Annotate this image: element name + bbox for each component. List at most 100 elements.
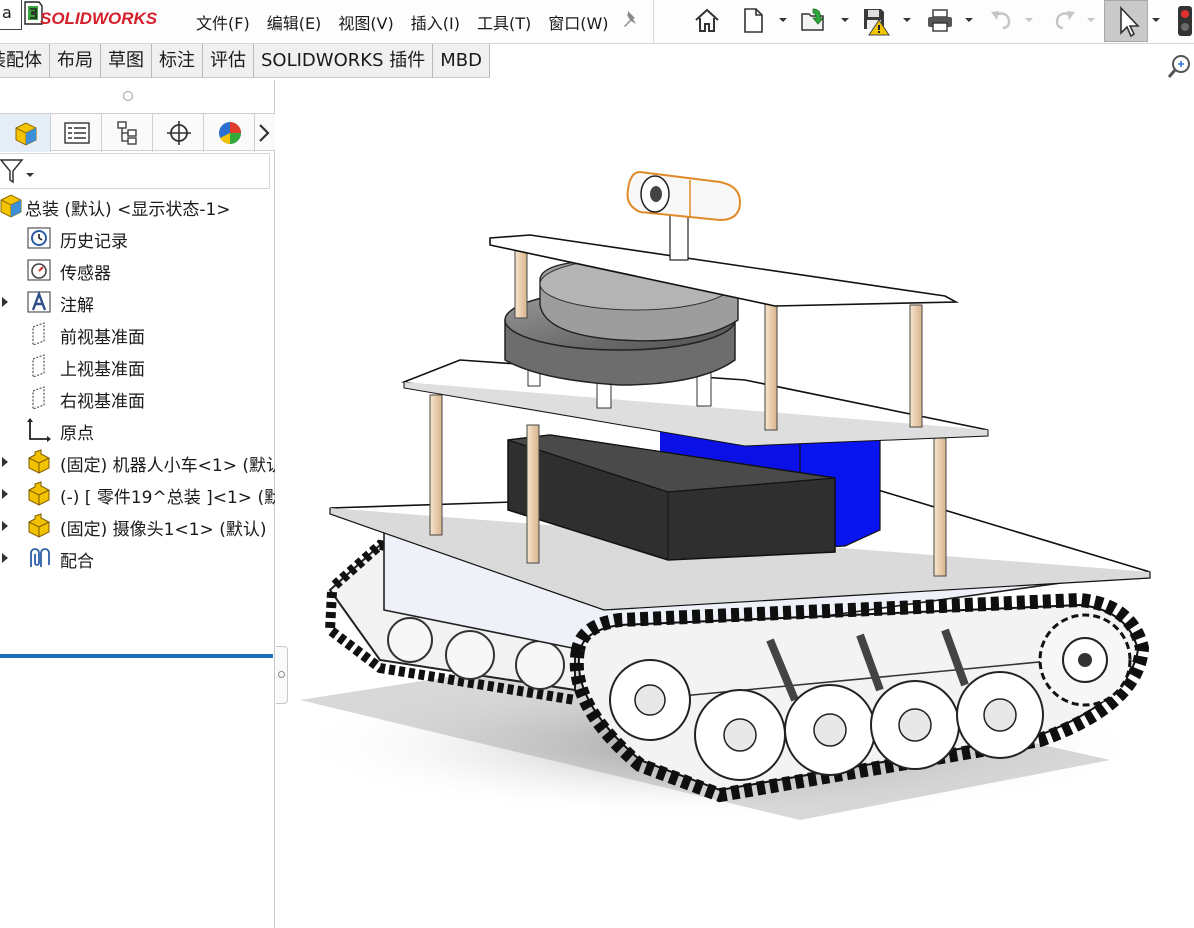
save-button[interactable] xyxy=(858,4,892,36)
tab-mbd[interactable]: MBD xyxy=(433,44,490,78)
chevron-down-icon[interactable] xyxy=(1086,16,1096,24)
save-icon xyxy=(864,9,890,36)
chevron-down-icon[interactable] xyxy=(1151,16,1161,24)
dimxpert-icon xyxy=(167,121,191,145)
tree-item-annotations[interactable]: 注解 xyxy=(0,286,275,318)
chevron-down-icon[interactable] xyxy=(840,16,850,24)
display-manager-icon xyxy=(219,122,241,145)
sensor-icon xyxy=(27,259,51,281)
tree-item-label: 传感器 xyxy=(60,264,111,284)
redo-button[interactable] xyxy=(1048,4,1082,36)
tree-item-label: 前视基准面 xyxy=(60,328,145,348)
app-title-fragment: a xyxy=(0,0,22,30)
home-icon xyxy=(695,8,719,32)
chevron-down-icon[interactable] xyxy=(964,16,974,24)
expand-arrow-icon[interactable] xyxy=(1,552,9,564)
tab-configurationmanager[interactable] xyxy=(102,114,153,152)
expand-arrow-icon[interactable] xyxy=(1,488,9,500)
tree-item-right-plane[interactable]: 右视基准面 xyxy=(0,382,275,414)
tab-sketch[interactable]: 草图 xyxy=(101,44,152,78)
menu-edit[interactable]: 编辑(E) xyxy=(267,10,322,34)
tree-item-mates[interactable]: 配合 xyxy=(0,542,275,574)
graphics-area[interactable] xyxy=(289,80,1194,928)
tree-item-label: (-) [ 零件19^总装 ]<1> (默 xyxy=(60,488,275,508)
redo-icon xyxy=(1055,11,1075,30)
tree-item-sensors[interactable]: 传感器 xyxy=(0,254,275,286)
traffic-light-icon[interactable] xyxy=(1178,6,1192,36)
undo-icon xyxy=(991,11,1011,30)
main-menu: 文件(F) 编辑(E) 视图(V) 插入(I) 工具(T) 窗口(W) xyxy=(196,10,626,34)
tree-item-front-plane[interactable]: 前视基准面 xyxy=(0,318,275,350)
part-icon xyxy=(28,513,50,538)
chevron-down-icon[interactable] xyxy=(778,16,788,24)
more-tabs-button[interactable] xyxy=(255,114,275,152)
origin-icon xyxy=(27,418,51,442)
tree-item-top-plane[interactable]: 上视基准面 xyxy=(0,350,275,382)
chevron-down-icon[interactable] xyxy=(902,16,912,24)
tree-item-label: (固定) 机器人小车<1> (默认 xyxy=(60,456,275,476)
tab-propertymanager[interactable] xyxy=(51,114,102,152)
filter-icon xyxy=(0,159,34,184)
configurationmanager-icon xyxy=(117,121,137,145)
chevron-right-icon xyxy=(259,124,270,142)
menu-view[interactable]: 视图(V) xyxy=(338,10,393,34)
print-button[interactable] xyxy=(922,4,956,36)
open-button[interactable] xyxy=(796,4,830,36)
undo-button[interactable] xyxy=(984,4,1018,36)
tree-item-history[interactable]: 历史记录 xyxy=(0,222,275,254)
tree-filter-bar[interactable] xyxy=(0,153,270,189)
menu-file[interactable]: 文件(F) xyxy=(196,10,250,34)
new-document-icon xyxy=(744,8,763,33)
panel-collapse-handle[interactable] xyxy=(276,646,288,704)
select-button[interactable] xyxy=(1104,0,1148,42)
tree-item-label: 原点 xyxy=(60,424,94,444)
tab-layout[interactable]: 布局 xyxy=(50,44,101,78)
tree-item-part19[interactable]: (-) [ 零件19^总装 ]<1> (默 xyxy=(0,478,275,510)
tree-item-origin[interactable]: 原点 xyxy=(0,414,275,446)
menu-insert[interactable]: 插入(I) xyxy=(411,10,460,34)
history-icon xyxy=(27,227,51,249)
chevron-down-icon[interactable] xyxy=(1024,16,1034,24)
panel-tabs xyxy=(0,113,275,152)
camera-module xyxy=(626,170,742,261)
tab-display-manager[interactable] xyxy=(204,114,255,152)
featuremanager-panel: 总装 (默认) <显示状态-1> 历史记录 传感器 注解 前视基准面 上视基准面… xyxy=(0,80,275,928)
part-icon xyxy=(28,481,50,506)
tree-root[interactable]: 总装 (默认) <显示状态-1> xyxy=(0,190,275,222)
menu-bar: a SOLIDWORKS 文件(F) 编辑(E) 视图(V) 插入(I) 工具(… xyxy=(0,0,1194,44)
open-icon xyxy=(801,8,824,31)
tree-item-camera[interactable]: (固定) 摄像头1<1> (默认) xyxy=(0,510,275,542)
home-button[interactable] xyxy=(690,4,724,36)
toolbar-separator xyxy=(653,0,654,44)
handle-grip-dot xyxy=(278,671,285,678)
command-manager-tabs: 装配体 布局 草图 标注 评估 SOLIDWORKS 插件 MBD xyxy=(0,44,490,78)
select-pointer-icon xyxy=(1120,5,1140,38)
tab-markup[interactable]: 标注 xyxy=(152,44,203,78)
expand-arrow-icon[interactable] xyxy=(1,456,9,468)
assembly-icon xyxy=(0,194,22,218)
tab-dimxpert[interactable] xyxy=(153,114,204,152)
solidworks-logo-text: SOLIDWORKS xyxy=(40,9,158,28)
mates-icon xyxy=(30,548,50,567)
rollback-bar[interactable] xyxy=(0,654,273,658)
plane-icon xyxy=(32,322,45,346)
tree-item-label: 上视基准面 xyxy=(60,360,145,380)
tree-item-robot-car[interactable]: (固定) 机器人小车<1> (默认 xyxy=(0,446,275,478)
new-document-button[interactable] xyxy=(736,4,770,36)
expand-arrow-icon[interactable] xyxy=(1,296,9,308)
tab-featuremanager[interactable] xyxy=(0,114,51,152)
tree-item-label: 注解 xyxy=(60,296,94,316)
menu-tools[interactable]: 工具(T) xyxy=(477,10,531,34)
tab-assembly[interactable]: 装配体 xyxy=(0,44,50,78)
expand-arrow-icon[interactable] xyxy=(1,520,9,532)
tab-solidworks-addins[interactable]: SOLIDWORKS 插件 xyxy=(254,44,434,78)
propertymanager-icon xyxy=(64,122,90,144)
tab-evaluate[interactable]: 评估 xyxy=(203,44,254,78)
featuremanager-icon xyxy=(15,122,37,146)
annotation-icon xyxy=(27,290,51,313)
tree-item-label: 历史记录 xyxy=(60,232,128,252)
zoom-to-fit-icon[interactable] xyxy=(1166,52,1192,80)
menu-window[interactable]: 窗口(W) xyxy=(548,10,608,34)
panel-grip[interactable] xyxy=(123,91,133,101)
pin-icon[interactable] xyxy=(620,8,642,30)
